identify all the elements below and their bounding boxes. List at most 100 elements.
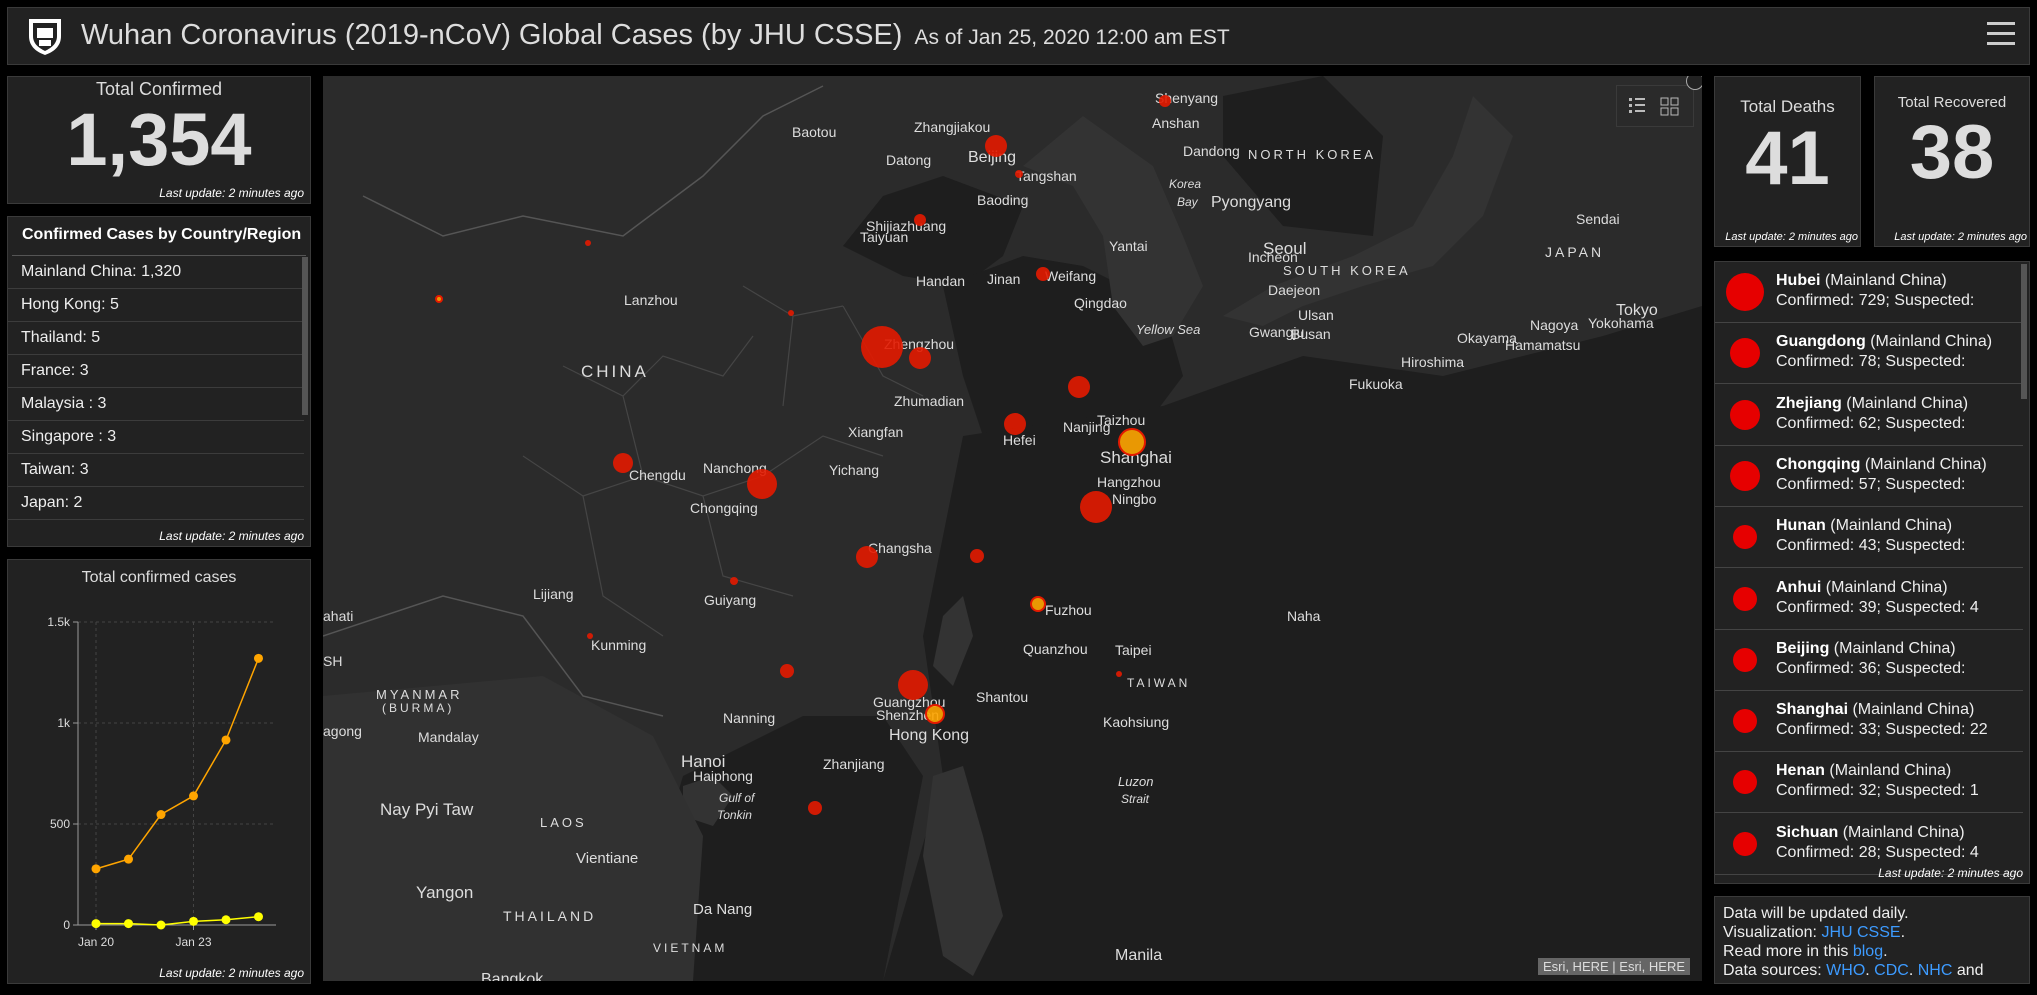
chart-y-tick-label: 1k bbox=[57, 716, 71, 730]
map-place-label: Taipei bbox=[1115, 642, 1152, 658]
country-list-item[interactable]: Malaysia : 3 bbox=[8, 388, 304, 421]
map-place-label: Fuzhou bbox=[1045, 602, 1092, 618]
country-list-item[interactable]: Taiwan: 3 bbox=[8, 454, 304, 487]
map-place-label: Naha bbox=[1287, 608, 1321, 624]
country-list-item[interactable]: Singapore : 3 bbox=[8, 421, 304, 454]
province-name: Sichuan bbox=[1776, 823, 1839, 841]
map-place-label: Quanzhou bbox=[1023, 641, 1088, 657]
case-marker[interactable] bbox=[1159, 95, 1171, 107]
province-list-item[interactable]: Guangdong (Mainland China) Confirmed: 78;… bbox=[1715, 323, 2023, 385]
case-marker[interactable] bbox=[1118, 428, 1146, 456]
province-detail: Confirmed: 43; Suspected: bbox=[1776, 537, 1966, 555]
case-marker[interactable] bbox=[435, 295, 443, 303]
hamburger-menu-icon[interactable] bbox=[1987, 22, 2015, 48]
case-marker[interactable] bbox=[613, 453, 633, 473]
case-marker[interactable] bbox=[1036, 267, 1050, 281]
case-marker[interactable] bbox=[1068, 376, 1090, 398]
chart-data-point bbox=[221, 735, 231, 745]
country-list-item[interactable]: France: 3 bbox=[8, 355, 304, 388]
map-place-label: CHINA bbox=[581, 362, 649, 381]
page-title-text: Wuhan Coronavirus (2019-nCoV) Global Cas… bbox=[81, 19, 903, 51]
case-marker[interactable] bbox=[780, 664, 794, 678]
case-marker[interactable] bbox=[1080, 491, 1112, 523]
case-marker[interactable] bbox=[788, 310, 794, 316]
who-link[interactable]: WHO bbox=[1826, 962, 1865, 979]
scrollbar[interactable] bbox=[302, 257, 308, 415]
province-entry: Anhui (Mainland China) Confirmed: 39; Sus… bbox=[1776, 578, 1979, 618]
map-canvas[interactable]: ShenyangAnshanBaotou ZhangjiakouBeijingDa… bbox=[323, 76, 1702, 981]
nhc-link[interactable]: NHC bbox=[1918, 962, 1953, 979]
last-update-text: Last update: 2 minutes ago bbox=[159, 186, 304, 200]
case-marker[interactable] bbox=[585, 240, 591, 246]
case-dot-icon bbox=[1730, 460, 1760, 491]
case-dot-icon bbox=[1733, 525, 1757, 550]
total-recovered-value: 38 bbox=[1909, 110, 1995, 195]
chart-data-point bbox=[156, 810, 166, 820]
basemap-gallery-icon[interactable] bbox=[1660, 97, 1679, 116]
case-marker[interactable] bbox=[898, 670, 928, 700]
map-place-label: Handan bbox=[916, 273, 965, 289]
case-marker[interactable] bbox=[587, 633, 593, 639]
case-marker[interactable] bbox=[925, 704, 945, 724]
case-marker[interactable] bbox=[856, 546, 878, 568]
case-marker[interactable] bbox=[1116, 671, 1122, 677]
scrollbar[interactable] bbox=[2021, 264, 2027, 399]
map-place-label: Strait bbox=[1121, 792, 1150, 806]
case-marker[interactable] bbox=[1030, 596, 1046, 612]
case-marker[interactable] bbox=[730, 577, 738, 585]
map-place-label: MYANMAR bbox=[376, 687, 462, 702]
province-list-item[interactable]: Zhejiang (Mainland China) Confirmed: 62; … bbox=[1715, 385, 2023, 446]
total-deaths-panel: Total Deaths 41 Last update: 2 minutes a… bbox=[1714, 76, 1861, 247]
province-list-item[interactable]: Shanghai (Mainland China) Confirmed: 33; … bbox=[1715, 691, 2023, 753]
province-list-item[interactable]: Hubei (Mainland China) Confirmed: 729; Su… bbox=[1715, 262, 2023, 323]
map-place-label: Bay bbox=[1177, 195, 1199, 209]
case-marker[interactable] bbox=[970, 549, 984, 563]
country-list-item[interactable]: Thailand: 5 bbox=[8, 322, 304, 355]
map-place-label: VIETNAM bbox=[653, 941, 727, 955]
map-place-label: Nanning bbox=[723, 710, 775, 726]
map-place-label: Da Nang bbox=[693, 901, 752, 918]
province-list-item[interactable]: Hunan (Mainland China) Confirmed: 43; Sus… bbox=[1715, 507, 2023, 569]
blog-link[interactable]: blog bbox=[1853, 943, 1883, 960]
province-detail: Confirmed: 39; Suspected: 4 bbox=[1776, 598, 1979, 616]
expand-icon[interactable] bbox=[1686, 76, 1702, 90]
case-marker[interactable] bbox=[808, 801, 822, 815]
map-place-label: Tangshan bbox=[1016, 168, 1077, 184]
map-place-label: Nanjing bbox=[1063, 419, 1110, 435]
case-marker[interactable] bbox=[747, 469, 777, 499]
case-marker[interactable] bbox=[914, 214, 926, 226]
info-panel: Data will be updated daily. Visualizatio… bbox=[1714, 896, 2030, 984]
map-place-label: Hefei bbox=[1003, 432, 1036, 448]
case-marker[interactable] bbox=[909, 347, 931, 369]
map-place-label: Korea bbox=[1169, 177, 1201, 191]
last-update-text: Last update: 2 minutes ago bbox=[1878, 866, 2023, 880]
map-place-label: Bangkok bbox=[481, 971, 544, 981]
province-list-item[interactable]: Anhui (Mainland China) Confirmed: 39; Sus… bbox=[1715, 569, 2023, 630]
country-list-item[interactable]: Hong Kong: 5 bbox=[8, 289, 304, 322]
map-place-label: Baotou bbox=[792, 124, 836, 140]
province-list-item[interactable]: Henan (Mainland China) Confirmed: 32; Sus… bbox=[1715, 752, 2023, 814]
case-marker[interactable] bbox=[985, 135, 1007, 157]
map-place-label: Changsha bbox=[868, 540, 932, 556]
case-marker[interactable] bbox=[1004, 413, 1026, 435]
jhu-csse-link[interactable]: JHU CSSE bbox=[1821, 924, 1900, 941]
map-place-label: NORTH KOREA bbox=[1248, 147, 1376, 162]
map-toolbar bbox=[1616, 85, 1694, 127]
map-place-label: Vientiane bbox=[576, 850, 638, 867]
province-list-item[interactable]: Chongqing (Mainland China) Confirmed: 57;… bbox=[1715, 446, 2023, 507]
province-entry: Beijing (Mainland China) Confirmed: 36; S… bbox=[1776, 639, 1965, 679]
info-blog: Read more in this blog. bbox=[1723, 943, 1888, 960]
map-view[interactable]: Shenyang Anshan Baotou Zhangjiakou Beijing Da… bbox=[323, 76, 1702, 981]
cdc-link[interactable]: CDC bbox=[1874, 962, 1909, 979]
case-marker[interactable] bbox=[861, 326, 903, 368]
legend-icon[interactable] bbox=[1629, 98, 1645, 113]
country-list-item[interactable]: Mainland China: 1,320 bbox=[8, 256, 304, 289]
map-place-label: Yantai bbox=[1109, 238, 1148, 254]
case-marker[interactable] bbox=[1015, 170, 1023, 178]
country-list-item[interactable]: Japan: 2 bbox=[8, 487, 304, 520]
map-place-label: Ulsan bbox=[1298, 307, 1334, 323]
chart-data-point bbox=[254, 653, 263, 663]
province-list-item[interactable]: Beijing (Mainland China) Confirmed: 36; S… bbox=[1715, 630, 2023, 691]
country-list: Mainland China: 1,320 Hong Kong: 5 Thail… bbox=[8, 256, 304, 520]
case-dot-icon bbox=[1733, 831, 1757, 856]
